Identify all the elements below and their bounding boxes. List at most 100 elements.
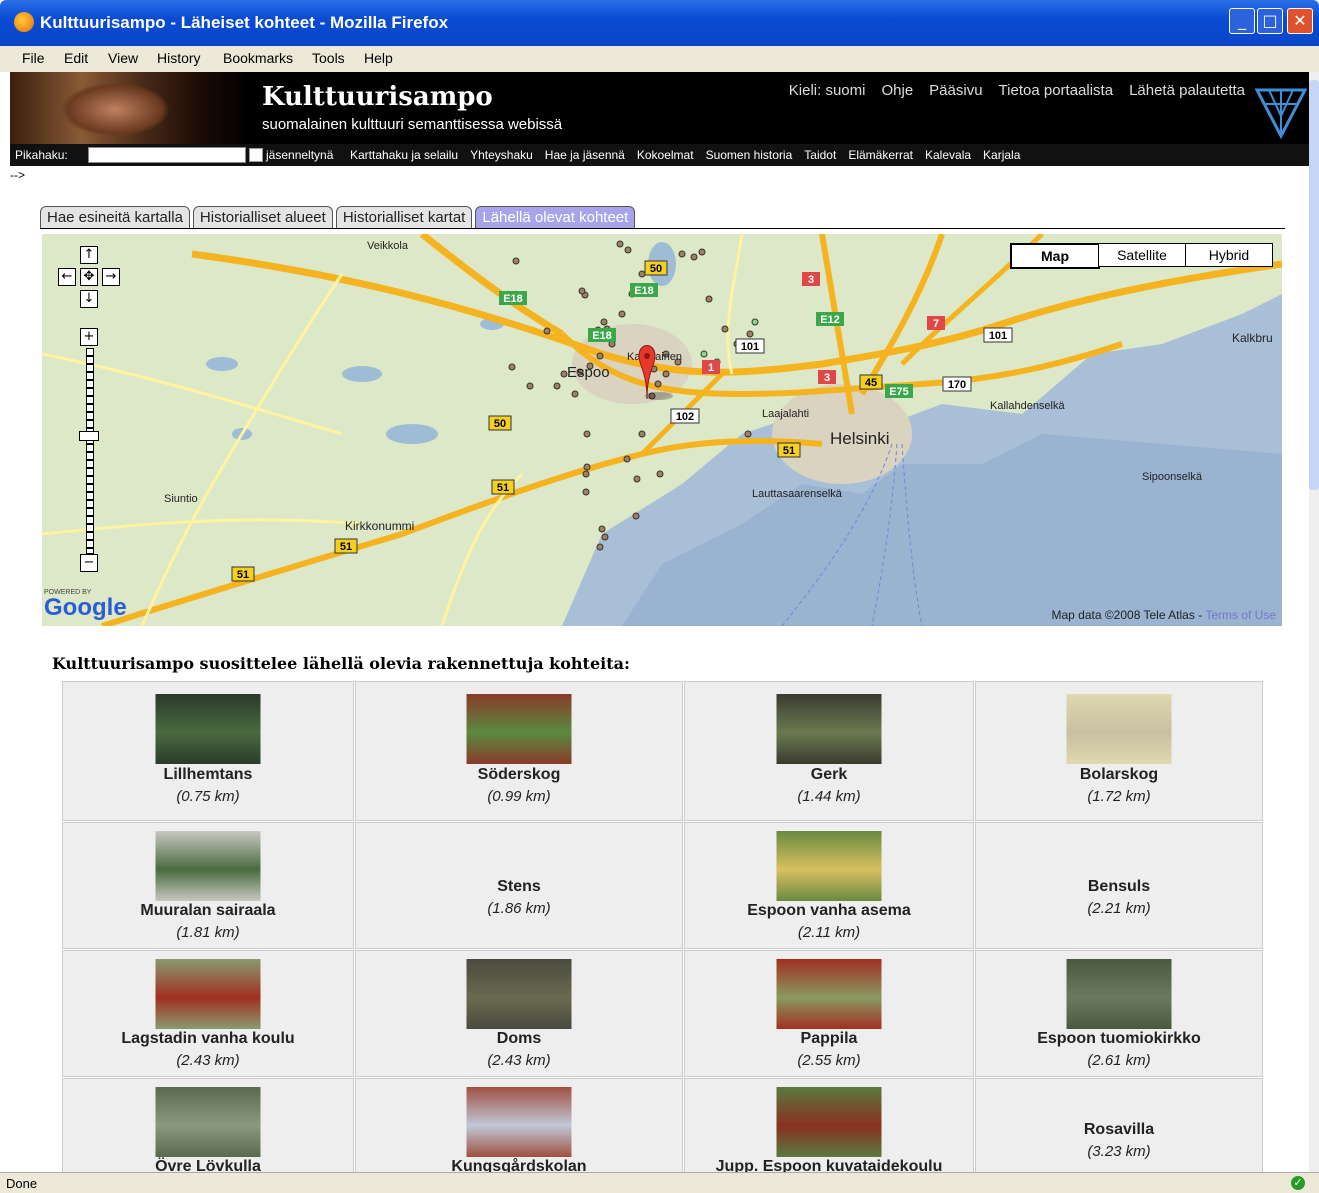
recommendation-name[interactable]: Bolarskog (976, 766, 1262, 784)
site-brand[interactable]: Kulttuurisampo (262, 82, 493, 112)
recommendation-card[interactable]: Jupp. Espoon kuvataidekoulu (684, 1078, 974, 1180)
recommendation-photo[interactable] (776, 1087, 882, 1157)
nav-link-relations[interactable]: Yhteyshaku (470, 148, 533, 162)
tab-nearby-objects[interactable]: Lähellä olevat kohteet (475, 206, 636, 228)
nav-link-history[interactable]: Suomen historia (706, 148, 793, 162)
recommendation-photo[interactable] (466, 959, 572, 1029)
recommendation-card[interactable]: Stens (1.86 km) (355, 822, 683, 949)
nav-link-kalevala[interactable]: Kalevala (925, 148, 971, 162)
nav-link-collections[interactable]: Kokoelmat (637, 148, 694, 162)
road-e12: E12 (820, 314, 840, 326)
pan-center-icon[interactable]: ✥ (80, 268, 98, 286)
recommendation-photo[interactable] (776, 959, 882, 1029)
recommendation-photo[interactable] (155, 831, 261, 901)
recommendation-photo[interactable] (155, 959, 261, 1029)
menu-edit[interactable]: Edit (64, 50, 88, 66)
recommendation-card[interactable]: Muuralan sairaala (1.81 km) (62, 822, 354, 949)
pan-right-icon[interactable]: → (102, 268, 120, 286)
nav-link-map[interactable]: Karttahaku ja selailu (350, 148, 458, 162)
map-type-hybrid-button[interactable]: Hybrid (1185, 243, 1273, 267)
link-home[interactable]: Pääsivu (929, 82, 982, 99)
recommendation-name[interactable]: Doms (356, 1030, 682, 1048)
link-about[interactable]: Tietoa portaalista (999, 82, 1114, 99)
zoom-slider-track[interactable] (86, 348, 94, 554)
zoom-out-icon[interactable]: − (80, 554, 98, 572)
recommendation-card[interactable]: Övre Lövkulla (62, 1078, 354, 1180)
recommendation-name[interactable]: Espoon tuomiokirkko (976, 1030, 1262, 1048)
recommendation-card[interactable]: Rosavilla (3.23 km) (975, 1078, 1263, 1180)
recommendation-name[interactable]: Rosavilla (976, 1121, 1262, 1139)
recommendation-card[interactable]: Gerk (1.44 km) (684, 681, 974, 821)
recommendation-card[interactable]: Söderskog (0.99 km) (355, 681, 683, 821)
menu-help[interactable]: Help (364, 50, 393, 66)
tab-search-objects[interactable]: Hae esineitä kartalla (40, 206, 190, 228)
page-scrollbar-thumb[interactable] (1309, 80, 1319, 490)
pan-up-icon[interactable]: ↑ (80, 246, 98, 264)
recommendation-card[interactable]: Doms (2.43 km) (355, 950, 683, 1077)
recommendation-photo[interactable] (776, 694, 882, 764)
map-view[interactable]: E18 E18 E18 50 50 51 51 51 51 E12 3 3 7 … (42, 234, 1282, 626)
recommendation-distance: (1.72 km) (1087, 788, 1151, 805)
link-language[interactable]: Kieli: suomi (789, 82, 866, 99)
map-type-map-button[interactable]: Map (1010, 243, 1100, 269)
recommendation-name[interactable]: Espoon vanha asema (685, 902, 973, 920)
recommendation-name[interactable]: Pappila (685, 1030, 973, 1048)
recommendation-card[interactable]: Kungsgårdskolan (355, 1078, 683, 1180)
recommendation-photo[interactable] (155, 694, 261, 764)
menu-view[interactable]: View (108, 50, 138, 66)
recommendation-photo[interactable] (466, 1087, 572, 1157)
nav-link-karjala[interactable]: Karjala (983, 148, 1020, 162)
google-logo[interactable]: POWERED BY Google (44, 589, 127, 620)
nav-link-search[interactable]: Hae ja jäsennä (545, 148, 625, 162)
recommendation-photo[interactable] (155, 1087, 261, 1157)
recommendation-name[interactable]: Stens (356, 878, 682, 896)
map-type-satellite-button[interactable]: Satellite (1098, 243, 1186, 267)
recommendation-card[interactable]: Bensuls (2.21 km) (975, 822, 1263, 949)
zoom-slider-handle[interactable] (79, 431, 99, 441)
recommendation-distance: (2.43 km) (487, 1052, 551, 1069)
recommendation-card[interactable]: Espoon vanha asema (2.11 km) (684, 822, 974, 949)
terms-of-use-link[interactable]: Terms of Use (1205, 608, 1276, 622)
nav-link-biographies[interactable]: Elämäkerrat (848, 148, 913, 162)
close-button[interactable]: ✕ (1287, 8, 1313, 34)
recommendation-distance: (2.55 km) (797, 1052, 861, 1069)
menu-history[interactable]: History (157, 50, 201, 66)
menu-file[interactable]: File (22, 50, 45, 66)
recommendation-name[interactable]: Söderskog (356, 766, 682, 784)
link-help[interactable]: Ohje (881, 82, 913, 99)
menu-tools[interactable]: Tools (312, 50, 345, 66)
recommendation-name[interactable]: Muuralan sairaala (63, 902, 353, 920)
recommendation-photo[interactable] (776, 831, 882, 901)
recommendation-card[interactable]: Espoon tuomiokirkko (2.61 km) (975, 950, 1263, 1077)
recommendation-card[interactable]: Lagstadin vanha koulu (2.43 km) (62, 950, 354, 1077)
recommendation-name[interactable]: Gerk (685, 766, 973, 784)
recommendation-photo[interactable] (466, 694, 572, 764)
recommendation-name[interactable]: Bensuls (976, 878, 1262, 896)
structured-checkbox[interactable] (249, 148, 263, 162)
recommendation-name[interactable]: Lagstadin vanha koulu (63, 1030, 353, 1048)
tab-historical-maps[interactable]: Historialliset kartat (335, 206, 473, 228)
road-51-a: 51 (497, 482, 509, 494)
tab-historical-areas[interactable]: Historialliset alueet (192, 206, 333, 228)
pan-down-icon[interactable]: ↓ (80, 290, 98, 308)
maximize-button[interactable]: □ (1257, 8, 1283, 34)
pan-left-icon[interactable]: ← (58, 268, 76, 286)
recommendation-distance: (0.75 km) (176, 788, 240, 805)
map-canvas[interactable]: E18 E18 E18 50 50 51 51 51 51 E12 3 3 7 … (42, 234, 1282, 626)
nav-link-skills[interactable]: Taidot (804, 148, 836, 162)
minimize-button[interactable]: _ (1229, 8, 1255, 34)
recommendation-photo[interactable] (1066, 694, 1172, 764)
recommendation-name[interactable]: Lillhemtans (63, 766, 353, 784)
recommendation-card[interactable]: Pappila (2.55 km) (684, 950, 974, 1077)
road-170: 170 (948, 379, 966, 391)
menu-bookmarks[interactable]: Bookmarks (223, 50, 293, 66)
recommendation-photo[interactable] (1066, 959, 1172, 1029)
site-logo-icon[interactable] (1255, 76, 1307, 140)
road-3-a: 3 (808, 274, 814, 286)
recommendation-card[interactable]: Lillhemtans (0.75 km) (62, 681, 354, 821)
recommendation-card[interactable]: Bolarskog (1.72 km) (975, 681, 1263, 821)
link-feedback[interactable]: Lähetä palautetta (1129, 82, 1245, 99)
quick-search-input[interactable] (88, 147, 246, 163)
zoom-in-icon[interactable]: + (80, 328, 98, 346)
place-laajalahti: Laajalahti (762, 408, 809, 420)
